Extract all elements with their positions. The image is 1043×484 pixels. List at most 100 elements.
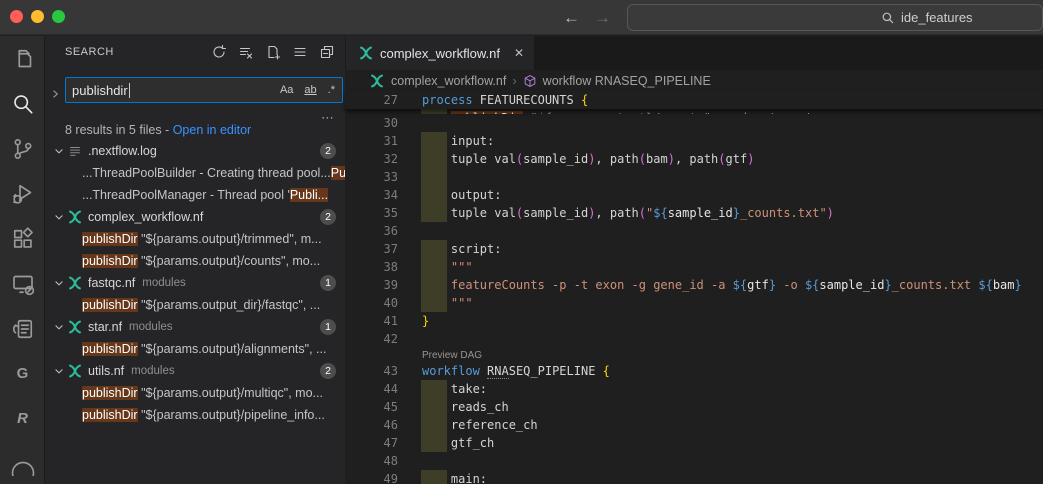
code-line[interactable]: 37 script: [345, 240, 1043, 258]
line-number: 36 [345, 224, 398, 238]
line-number: 44 [345, 382, 398, 396]
gitlens-icon[interactable]: G [0, 351, 45, 396]
code-line[interactable]: 31 input: [345, 132, 1043, 150]
code-line[interactable]: 43workflow RNASEQ_PIPELINE { [345, 362, 1043, 380]
chevron-down-icon[interactable] [51, 365, 67, 377]
breadcrumb: complex_workflow.nf › workflow RNASEQ_PI… [345, 70, 1043, 91]
open-new-search-editor-icon[interactable] [263, 42, 283, 62]
breadcrumb-separator: › [512, 73, 516, 88]
line-number: 34 [345, 188, 398, 202]
search-result-file-row[interactable]: utils.nfmodules2 [45, 360, 345, 382]
search-result-match-row[interactable]: publishDir "${params.output_dir}/fastqc"… [45, 294, 345, 316]
search-result-file-row[interactable]: fastqc.nfmodules1 [45, 272, 345, 294]
code-line[interactable]: 44 take: [345, 380, 1043, 398]
search-result-match-row[interactable]: publishDir "${params.output}/trimmed", m… [45, 228, 345, 250]
line-number: 40 [345, 296, 398, 310]
code-line[interactable]: 49 main: [345, 470, 1043, 484]
sticky-code-line[interactable]: 27process FEATURECOUNTS { [345, 91, 1043, 109]
line-number: 46 [345, 418, 398, 432]
code-line[interactable]: 46 reference_ch [345, 416, 1043, 434]
history-forward-button[interactable]: → [594, 8, 611, 28]
code-line[interactable]: 47 gtf_ch [345, 434, 1043, 452]
history-back-button[interactable]: ← [563, 8, 580, 28]
code-line[interactable]: 42 [345, 330, 1043, 348]
search-icon[interactable] [0, 81, 45, 126]
close-tab-icon[interactable]: ✕ [514, 46, 524, 60]
account-icon[interactable] [0, 441, 45, 484]
breadcrumb-symbol[interactable]: workflow RNASEQ_PIPELINE [543, 74, 711, 88]
code-line[interactable]: 45 reads_ch [345, 398, 1043, 416]
search-result-file-row[interactable]: star.nfmodules1 [45, 316, 345, 338]
search-result-match-row[interactable]: publishDir "${params.output}/multiqc", m… [45, 382, 345, 404]
chevron-down-icon[interactable] [51, 211, 67, 223]
search-icon [881, 11, 895, 25]
whole-word-toggle[interactable]: ab [302, 83, 318, 97]
notebook-icon[interactable] [0, 306, 45, 351]
chevron-down-icon[interactable] [51, 145, 67, 157]
code-line[interactable]: 41} [345, 312, 1043, 330]
search-result-file-row[interactable]: .nextflow.log2 [45, 140, 345, 162]
collapse-all-icon[interactable] [317, 42, 337, 62]
nextflow-file-icon [67, 209, 83, 225]
line-number: 39 [345, 278, 398, 292]
search-result-file-row[interactable]: complex_workflow.nf2 [45, 206, 345, 228]
code-line[interactable]: 40 """ [345, 294, 1043, 312]
run-debug-icon[interactable] [0, 171, 45, 216]
toggle-search-details-icon[interactable]: ⋯ [321, 110, 335, 126]
toggle-replace-chevron-icon[interactable] [49, 81, 63, 107]
code-line[interactable]: 35 tuple val(sample_id), path("${sample_… [345, 204, 1043, 222]
view-as-list-icon[interactable] [290, 42, 310, 62]
code-line[interactable]: 34 output: [345, 186, 1043, 204]
sticky-scroll-line[interactable]: 27process FEATURECOUNTS { [345, 91, 1043, 109]
code-line[interactable]: 36 [345, 222, 1043, 240]
code-line[interactable]: 30 [345, 114, 1043, 132]
search-result-match-row[interactable]: publishDir "${params.output}/alignments"… [45, 338, 345, 360]
r-language-icon[interactable]: R [0, 396, 45, 441]
code-line[interactable]: 32 tuple val(sample_id), path(bam), path… [345, 150, 1043, 168]
explorer-icon[interactable] [0, 36, 45, 81]
refresh-icon[interactable] [209, 42, 229, 62]
use-regex-toggle[interactable]: .* [326, 83, 337, 97]
chevron-down-icon[interactable] [51, 277, 67, 289]
open-in-editor-link[interactable]: Open in editor [173, 123, 252, 137]
line-number: 31 [345, 134, 398, 148]
command-center-search[interactable]: ide_features [627, 4, 1043, 31]
results-summary: 8 results in 5 files - Open in editor [65, 123, 251, 137]
line-number: 49 [345, 472, 398, 484]
preview-dag-codelens[interactable]: Preview DAG [422, 350, 482, 361]
code-line[interactable]: 33 [345, 168, 1043, 186]
line-number: 35 [345, 206, 398, 220]
match-case-toggle[interactable]: Aa [278, 83, 295, 97]
line-number: 37 [345, 242, 398, 256]
remote-explorer-icon[interactable] [0, 261, 45, 306]
search-input[interactable]: publishdir Aaab.* [65, 77, 343, 103]
nextflow-file-icon [369, 73, 385, 89]
tab-complex-workflow[interactable]: complex_workflow.nf ✕ [346, 36, 535, 70]
code-line[interactable]: 39 featureCounts -p -t exon -g gene_id -… [345, 276, 1043, 294]
match-count-badge: 1 [320, 319, 336, 335]
line-number: 43 [345, 364, 398, 378]
editor-group: complex_workflow.nf ✕ complex_workflow.n… [345, 36, 1043, 484]
close-window-button[interactable] [10, 10, 23, 23]
source-control-icon[interactable] [0, 126, 45, 171]
chevron-down-icon[interactable] [51, 321, 67, 333]
breadcrumb-file[interactable]: complex_workflow.nf [391, 74, 506, 88]
file-name: .nextflow.log [88, 144, 157, 158]
search-result-match-row[interactable]: ...ThreadPoolManager - Thread pool 'Publ… [45, 184, 345, 206]
minimize-window-button[interactable] [31, 10, 44, 23]
search-result-match-row[interactable]: publishDir "${params.output}/pipeline_in… [45, 404, 345, 426]
code-line[interactable]: 48 [345, 452, 1043, 470]
zoom-window-button[interactable] [52, 10, 65, 23]
search-result-match-row[interactable]: publishDir "${params.output}/counts", mo… [45, 250, 345, 272]
match-text: publishDir "${params.output}/trimmed", m… [82, 232, 322, 246]
file-name: utils.nf [88, 364, 124, 378]
match-text: publishDir "${params.output}/multiqc", m… [82, 386, 323, 400]
clear-search-results-icon[interactable] [236, 42, 256, 62]
search-result-match-row[interactable]: ...ThreadPoolBuilder - Creating thread p… [45, 162, 345, 184]
workflow-symbol-icon [523, 74, 537, 88]
nextflow-file-icon [67, 275, 83, 291]
code-line[interactable]: 38 """ [345, 258, 1043, 276]
clipped-code-line[interactable]: publishDir "${params.output}/counts", mo… [345, 109, 1043, 114]
line-number: 27 [345, 93, 398, 107]
extensions-icon[interactable] [0, 216, 45, 261]
